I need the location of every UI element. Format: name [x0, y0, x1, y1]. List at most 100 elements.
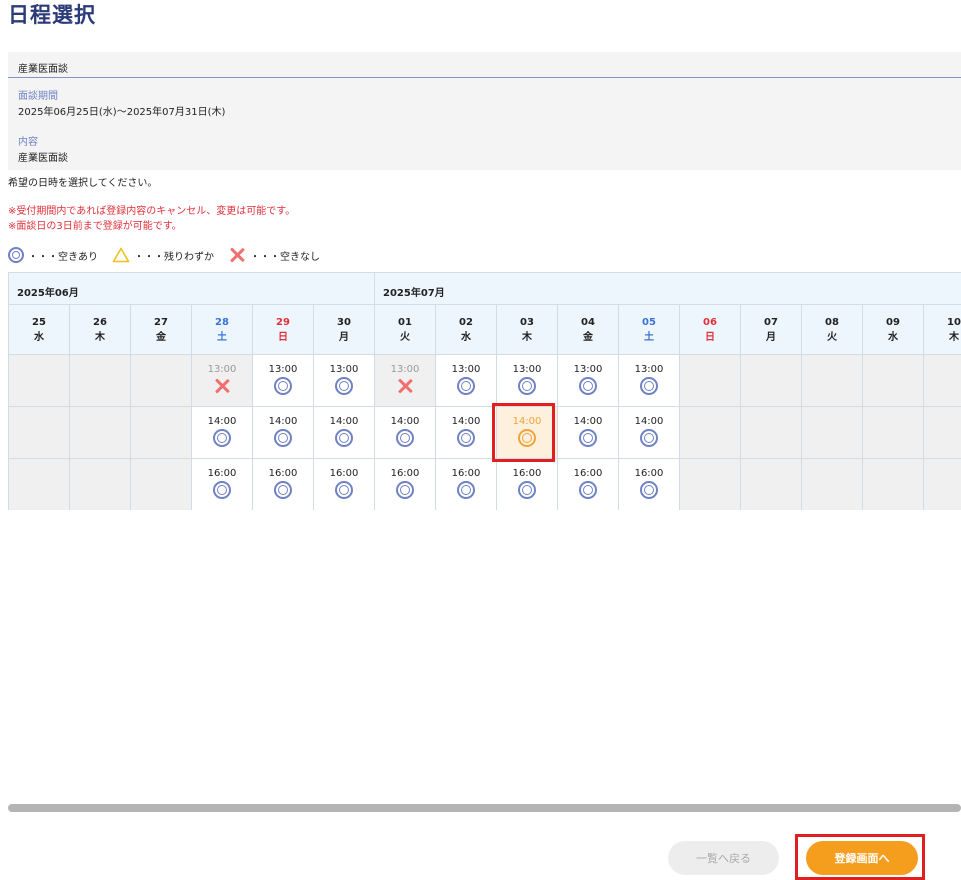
day-weekday: 月: [766, 332, 776, 343]
day-header: 28 土: [191, 305, 252, 355]
day-header: 30 月: [313, 305, 374, 355]
slot-status: [436, 481, 496, 499]
slot-time: 13:00: [451, 364, 481, 375]
time-slot[interactable]: 16:00: [374, 459, 435, 510]
cross-icon: [213, 377, 231, 395]
month-label: 2025年06月: [8, 272, 374, 305]
double-circle-icon: [396, 481, 414, 499]
time-slot: [801, 355, 862, 407]
slot-time: 13:00: [512, 364, 542, 375]
time-slot: [69, 459, 130, 510]
slot-status: [497, 429, 557, 447]
time-slot[interactable]: 13:00: [496, 355, 557, 407]
go-to-registration-button[interactable]: 登録画面へ: [806, 841, 918, 875]
back-to-list-button[interactable]: 一覧へ戻る: [668, 841, 779, 875]
day-number: 05: [642, 317, 656, 328]
day-weekday: 金: [156, 332, 166, 343]
time-slot: [862, 355, 923, 407]
time-slot[interactable]: 14:00: [313, 407, 374, 459]
day-number: 06: [703, 317, 717, 328]
double-circle-icon: [579, 429, 597, 447]
slot-status: [253, 429, 313, 447]
double-circle-icon: [274, 481, 292, 499]
day-header: 01 火: [374, 305, 435, 355]
time-slot: [801, 459, 862, 510]
time-slot: [8, 407, 69, 459]
double-circle-icon: [274, 429, 292, 447]
time-slot[interactable]: 14:00: [252, 407, 313, 459]
slot-status: [375, 429, 435, 447]
double-circle-icon: [274, 377, 292, 395]
slot-time: 14:00: [207, 416, 237, 427]
slot-status: [375, 481, 435, 499]
day-weekday: 月: [339, 332, 349, 343]
double-circle-icon: [335, 377, 353, 395]
time-slot: [862, 407, 923, 459]
slot-time: 14:00: [451, 416, 481, 427]
note-cancel: ※受付期間内であれば登録内容のキャンセル、変更は可能です。: [8, 206, 296, 217]
day-weekday: 日: [705, 332, 715, 343]
time-slot: 13:00: [191, 355, 252, 407]
time-slot[interactable]: 16:00: [496, 459, 557, 510]
day-header: 06 日: [679, 305, 740, 355]
time-slot[interactable]: 16:00: [252, 459, 313, 510]
time-slot[interactable]: 16:00: [435, 459, 496, 510]
slot-row: 13:00 13:00 13:00 13:00 13:00 13:00 13:00 13:00: [8, 355, 961, 407]
day-weekday: 木: [95, 332, 105, 343]
day-number: 02: [459, 317, 473, 328]
time-slot: [923, 355, 961, 407]
day-header: 05 土: [618, 305, 679, 355]
time-slot[interactable]: 14:00: [496, 407, 557, 459]
time-slot[interactable]: 13:00: [313, 355, 374, 407]
day-number: 27: [154, 317, 168, 328]
day-weekday: 水: [34, 332, 44, 343]
day-weekday: 土: [644, 332, 654, 343]
day-header: 25 水: [8, 305, 69, 355]
slot-time: 16:00: [451, 468, 481, 479]
time-slot[interactable]: 14:00: [435, 407, 496, 459]
horizontal-scrollbar[interactable]: [8, 804, 961, 812]
content-value: 産業医面談: [18, 153, 68, 164]
time-slot[interactable]: 16:00: [191, 459, 252, 510]
time-slot: [8, 355, 69, 407]
time-slot: [679, 459, 740, 510]
month-label: 2025年07月: [374, 272, 961, 305]
time-slot[interactable]: 13:00: [618, 355, 679, 407]
slot-status: [558, 377, 618, 395]
slot-status: [253, 481, 313, 499]
time-slot[interactable]: 16:00: [618, 459, 679, 510]
day-weekday: 火: [400, 332, 410, 343]
note-deadline: ※面談日の3日前まで登録が可能です。: [8, 221, 182, 232]
double-circle-icon: [518, 377, 536, 395]
day-header: 09 水: [862, 305, 923, 355]
day-number: 28: [215, 317, 229, 328]
slot-time: 14:00: [512, 416, 542, 427]
slot-time: 14:00: [634, 416, 664, 427]
time-slot[interactable]: 16:00: [313, 459, 374, 510]
slot-status: [253, 377, 313, 395]
time-slot: [862, 459, 923, 510]
slot-status: [558, 429, 618, 447]
slot-status: [314, 429, 374, 447]
day-number: 25: [32, 317, 46, 328]
slot-time: 14:00: [390, 416, 420, 427]
time-slot[interactable]: 13:00: [557, 355, 618, 407]
time-slot[interactable]: 14:00: [191, 407, 252, 459]
day-number: 09: [886, 317, 900, 328]
time-slot[interactable]: 14:00: [618, 407, 679, 459]
legend-available-label: ・・・空きあり: [28, 251, 98, 263]
legend-few-label: ・・・残りわずか: [134, 251, 214, 263]
double-circle-icon: [335, 481, 353, 499]
time-slot[interactable]: 13:00: [252, 355, 313, 407]
time-slot[interactable]: 16:00: [557, 459, 618, 510]
time-slot[interactable]: 14:00: [557, 407, 618, 459]
month-header-row: 2025年06月 2025年07月: [8, 272, 961, 305]
double-circle-icon: [8, 247, 24, 263]
day-number: 26: [93, 317, 107, 328]
day-header: 02 水: [435, 305, 496, 355]
double-circle-icon: [213, 429, 231, 447]
time-slot[interactable]: 14:00: [374, 407, 435, 459]
time-slot: [130, 407, 191, 459]
time-slot[interactable]: 13:00: [435, 355, 496, 407]
slot-time: 13:00: [268, 364, 298, 375]
